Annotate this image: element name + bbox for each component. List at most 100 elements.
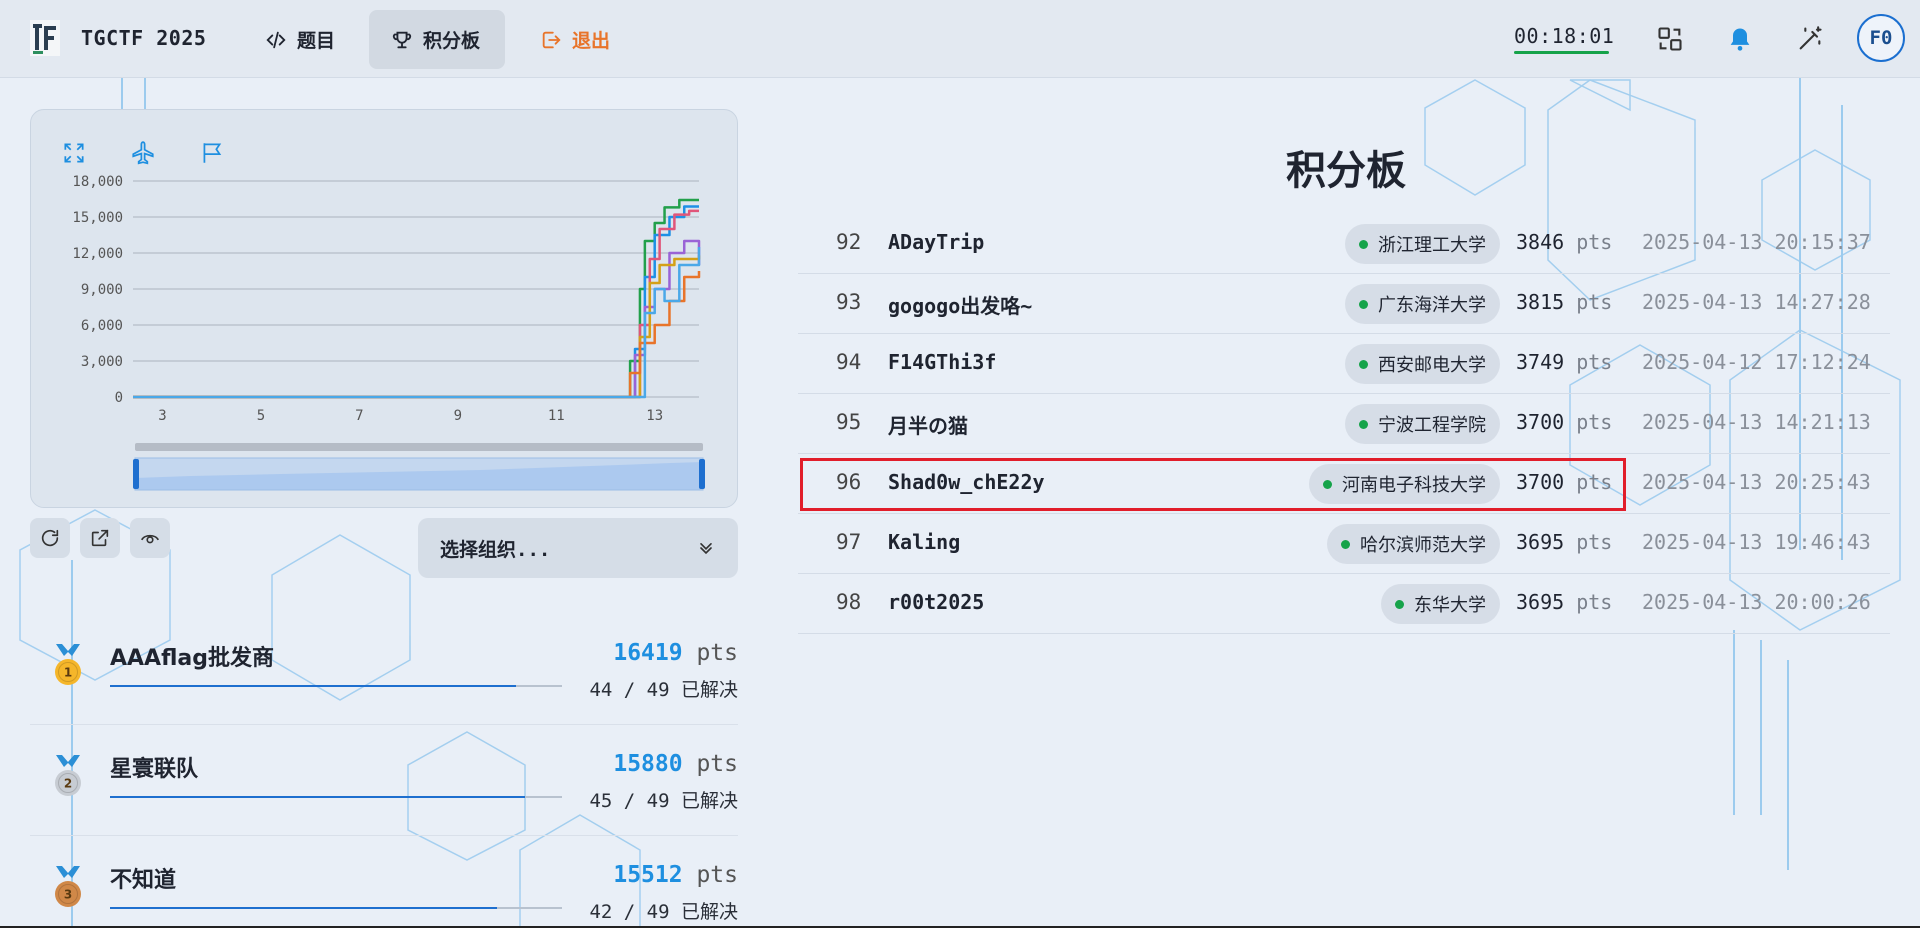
x-tick-label: 11 [548,408,565,424]
team-points: 3815 pts [1516,290,1613,314]
team-name[interactable]: 不知道 [110,862,176,894]
rank-row[interactable]: 1 AAAflag批发商 16419 pts 44 / 49 已解决 [30,614,738,725]
rank-number: 94 [836,350,862,374]
status-dot [1359,299,1368,309]
last-solve-time: 2025-04-13 14:21:13 [1642,410,1871,434]
tgctf-logo[interactable] [30,20,60,56]
last-solve-time: 2025-04-13 20:00:26 [1642,590,1871,614]
nav-logout-button[interactable]: 退出 [518,10,632,69]
rank-number: 96 [836,470,862,494]
org-name: 宁波工程学院 [1378,415,1486,436]
y-tick-label: 9,000 [81,282,123,298]
series-line [133,239,701,399]
svg-text:2: 2 [64,777,72,791]
nav-problems-button[interactable]: 题目 [243,10,357,69]
scoreboard-row[interactable]: 97 Kaling 哈尔滨师范大学 3695 pts 2025-04-13 19… [798,514,1890,574]
nav-scoreboard-button[interactable]: 积分板 [369,10,505,69]
nav-logout-label: 退出 [572,30,611,52]
y-tick-label: 0 [115,390,123,406]
org-name: 东华大学 [1414,595,1486,616]
team-name[interactable]: ADayTrip [888,230,984,254]
eye-icon [141,534,159,544]
solve-progress-bar [110,907,562,909]
svg-text:3: 3 [64,888,72,902]
status-dot [1359,239,1368,249]
team-points: 3700 pts [1516,410,1613,434]
rank-row[interactable]: 2 星寰联队 15880 pts 45 / 49 已解决 [30,725,738,836]
code-icon [266,31,286,48]
team-name[interactable]: 星寰联队 [110,751,198,783]
org-name: 河南电子科技大学 [1342,475,1486,496]
brand-title: TGCTF 2025 [81,26,207,50]
last-solve-time: 2025-04-13 19:46:43 [1642,530,1871,554]
last-solve-time: 2025-04-13 20:15:37 [1642,230,1871,254]
team-name[interactable]: 月半の猫 [888,410,968,439]
solve-progress-bar [110,685,562,687]
team-name[interactable]: gogogo出发咯~ [888,290,1032,319]
refresh-button[interactable] [30,518,70,558]
visibility-button[interactable] [130,518,170,558]
status-dot [1359,359,1368,369]
org-select-dropdown[interactable]: 选择组织... [418,518,738,578]
countdown-timer: 00:18:01 [1514,24,1615,48]
top-navigation-bar: TGCTF 2025 题目 积分板 退出 00:18:01 F0 [0,0,1920,78]
logout-icon [542,31,561,48]
user-avatar[interactable]: F0 [1857,14,1905,62]
share-icon [91,529,109,547]
team-points: 16419 pts [613,640,738,666]
y-tick-label: 6,000 [81,318,123,334]
x-tick-label: 13 [646,408,663,424]
scoreboard-row[interactable]: 92 ADayTrip 浙江理工大学 3846 pts 2025-04-13 2… [798,214,1890,274]
zoom-slider-track [135,443,703,451]
scoreboard-row[interactable]: 93 gogogo出发咯~ 广东海洋大学 3815 pts 2025-04-13… [798,274,1890,334]
x-tick-label: 5 [257,408,265,424]
solved-count: 42 / 49 已解决 [589,901,738,923]
solved-count: 45 / 49 已解决 [589,790,738,812]
team-points: 15880 pts [613,751,738,777]
org-badge: 宁波工程学院 [1345,404,1500,444]
team-points: 3846 pts [1516,230,1613,254]
timer-underline [1514,51,1609,54]
status-dot [1323,479,1332,489]
scoreboard-row[interactable]: 94 F14GThi3f 西安邮电大学 3749 pts 2025-04-12 … [798,334,1890,394]
solved-count: 44 / 49 已解决 [589,679,738,701]
scoreboard-row[interactable]: 98 r00t2025 东华大学 3695 pts 2025-04-13 20:… [798,574,1890,634]
org-select-label: 选择组织... [440,538,551,561]
nav-problems-label: 题目 [297,30,336,52]
team-points: 3749 pts [1516,350,1613,374]
team-name[interactable]: r00t2025 [888,590,984,614]
refresh-icon [41,529,59,547]
team-name[interactable]: Shad0w_chE22y [888,470,1045,494]
series-line [133,198,699,399]
org-badge: 浙江理工大学 [1345,224,1500,264]
bell-icon[interactable] [1726,25,1754,53]
org-badge: 西安邮电大学 [1345,344,1500,384]
team-points: 3695 pts [1516,530,1613,554]
chevron-double-down-icon [700,543,712,555]
status-dot [1341,539,1350,549]
scoreboard-row[interactable]: 95 月半の猫 宁波工程学院 3700 pts 2025-04-13 14:21… [798,394,1890,454]
series-line [133,209,699,399]
team-name[interactable]: Kaling [888,530,960,554]
y-tick-label: 12,000 [72,246,123,262]
switch-icon[interactable] [1656,25,1684,53]
team-name[interactable]: F14GThi3f [888,350,996,374]
team-name[interactable]: AAAflag批发商 [110,640,274,672]
series-line [133,205,699,399]
org-name: 哈尔滨师范大学 [1360,535,1486,556]
score-chart-card: 18,000 15,000 12,000 9,000 6,000 3,000 0 3 5 7 9 11… [30,109,738,508]
status-dot [1395,599,1404,609]
magic-wand-icon[interactable] [1796,25,1824,53]
share-button[interactable] [80,518,120,558]
x-tick-label: 3 [158,408,166,424]
scoreboard-row[interactable]: 96 Shad0w_chE22y 河南电子科技大学 3700 pts 2025-… [798,454,1890,514]
status-dot [1359,419,1368,429]
rank-row[interactable]: 3 不知道 15512 pts 42 / 49 已解决 [30,836,738,928]
medal-icon: 2 [55,755,81,796]
x-tick-label: 9 [454,408,462,424]
team-points: 15512 pts [613,862,738,888]
zoom-window [134,457,704,491]
org-name: 西安邮电大学 [1378,355,1486,376]
last-solve-time: 2025-04-13 20:25:43 [1642,470,1871,494]
y-tick-label: 3,000 [81,354,123,370]
